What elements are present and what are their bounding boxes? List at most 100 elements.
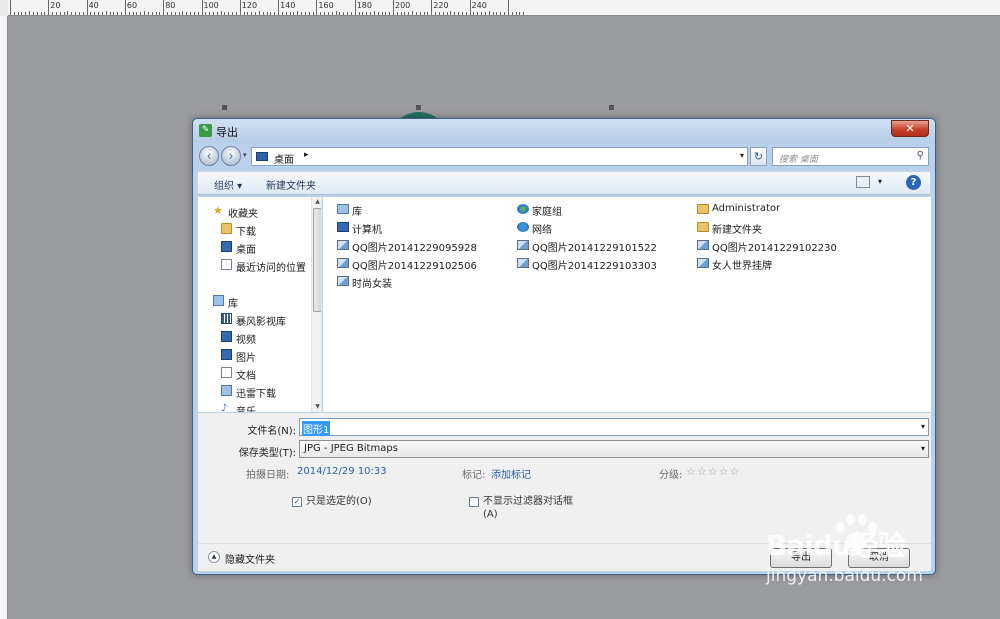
nav-downloads[interactable]: 下载	[198, 221, 308, 238]
ruler-minor-tick	[301, 12, 303, 15]
ruler-tick	[86, 0, 88, 15]
change-view-icon[interactable]	[856, 176, 870, 188]
nav-label: 暴风影视库	[236, 317, 286, 328]
ruler-minor-tick	[308, 12, 310, 15]
forward-arrow-icon[interactable]: ›	[221, 146, 241, 166]
back-arrow-icon[interactable]: ‹	[199, 146, 219, 166]
scroll-down-icon[interactable]: ▼	[313, 403, 321, 410]
filename-input[interactable]: 图形1 ▾	[299, 418, 929, 436]
ruler-minor-tick	[216, 12, 218, 15]
ruler-minor-tick	[132, 12, 134, 15]
address-bar[interactable]: 桌面 ▸ ▾	[251, 147, 748, 166]
ruler-minor-tick	[484, 12, 486, 15]
nav-video-library[interactable]: 暴风影视库	[198, 311, 308, 328]
new-folder-button[interactable]: 新建文件夹	[266, 177, 316, 192]
ruler-minor-tick	[438, 12, 440, 15]
ruler-minor-tick	[400, 12, 402, 15]
date-taken-value[interactable]: 2014/12/29 10:33	[297, 466, 387, 477]
file-label: 时尚女装	[352, 279, 392, 290]
file-type-select[interactable]: JPG - JPEG Bitmaps ▾	[299, 440, 929, 458]
rating-label: 分级:	[659, 470, 683, 481]
file-label: QQ图片20141229102506	[352, 261, 477, 272]
nav-label: 视频	[236, 335, 256, 346]
ruler-minor-tick	[247, 12, 249, 15]
add-tags-link[interactable]: 添加标记	[491, 466, 531, 481]
selection-handle[interactable]	[222, 105, 227, 110]
ruler-minor-tick	[458, 12, 460, 15]
nav-documents[interactable]: 文档	[198, 365, 308, 382]
no-filter-dialog-label[interactable]: 不显示过滤器对话框	[483, 495, 573, 508]
ruler-minor-tick	[285, 12, 287, 15]
search-input[interactable]: 搜索 桌面 ⚲	[772, 147, 929, 166]
ruler-tick	[258, 11, 260, 15]
ruler-minor-tick	[408, 12, 410, 15]
recent-places-icon	[221, 259, 232, 270]
nav-label: 库	[228, 299, 238, 310]
dialog-titlebar[interactable]: ✎ 导出 ✕	[193, 119, 935, 143]
scrollbar-thumb[interactable]	[313, 208, 321, 312]
address-dropdown-icon[interactable]: ▾	[740, 151, 744, 160]
chevron-down-icon[interactable]: ▾	[921, 422, 925, 431]
search-icon[interactable]: ⚲	[917, 150, 924, 161]
selected-only-label[interactable]: 只是选定的(O)	[306, 495, 372, 508]
ruler-minor-tick	[75, 12, 77, 15]
ruler-minor-tick	[381, 12, 383, 15]
tags-label: 标记:	[462, 470, 486, 481]
nav-scrollbar[interactable]: ▲ ▼	[311, 197, 321, 412]
ruler-minor-tick	[339, 12, 341, 15]
ruler-minor-tick	[228, 12, 230, 15]
chevron-down-icon[interactable]: ▾	[921, 444, 925, 453]
file-type-value: JPG - JPEG Bitmaps	[304, 443, 398, 454]
ruler-tick	[488, 11, 490, 15]
music-icon: ♪	[221, 403, 228, 412]
ruler-minor-tick	[442, 12, 444, 15]
ruler-minor-tick	[389, 12, 391, 15]
selected-only-checkbox[interactable]: ✓	[292, 497, 302, 507]
ruler-minor-tick	[40, 12, 42, 15]
view-dropdown-icon[interactable]: ▾	[878, 177, 882, 186]
refresh-icon[interactable]: ↻	[750, 147, 767, 166]
selection-handle[interactable]	[609, 105, 614, 110]
paw-logo-icon	[832, 512, 878, 558]
organize-button[interactable]: 组织 ▾	[214, 177, 242, 192]
recent-locations-dropdown-icon[interactable]: ▾	[243, 151, 247, 159]
no-filter-dialog-label-accel[interactable]: (A)	[483, 508, 498, 521]
nav-videos[interactable]: 视频	[198, 329, 308, 346]
library-icon	[213, 295, 224, 306]
ruler-minor-tick	[327, 12, 329, 15]
ruler-minor-tick	[121, 12, 123, 15]
ruler-minor-tick	[519, 12, 521, 15]
nav-music[interactable]: ♪ 音乐	[198, 401, 308, 412]
collapse-icon[interactable]: ▲	[208, 551, 220, 563]
scroll-up-icon[interactable]: ▲	[313, 198, 321, 205]
ruler-minor-tick	[94, 12, 96, 15]
ruler-minor-tick	[32, 12, 34, 15]
ruler-minor-tick	[55, 12, 57, 15]
desktop-icon	[221, 241, 232, 252]
nav-recent-places[interactable]: 最近访问的位置	[198, 257, 308, 274]
nav-desktop[interactable]: 桌面	[198, 239, 308, 256]
ruler-tick	[29, 11, 31, 15]
nav-libraries[interactable]: 库	[198, 293, 308, 310]
hide-folders-button[interactable]: 隐藏文件夹	[225, 551, 275, 566]
ruler-minor-tick	[289, 12, 291, 15]
rating-stars[interactable]: ☆☆☆☆☆	[686, 465, 740, 478]
ruler-tick	[469, 0, 471, 15]
nav-favorites[interactable]: ★ 收藏夹	[198, 203, 308, 220]
nav-thunder-downloads[interactable]: 迅雷下载	[198, 383, 308, 400]
close-button[interactable]: ✕	[891, 120, 929, 137]
ruler-label: 240	[471, 1, 487, 10]
no-filter-dialog-checkbox[interactable]	[469, 497, 479, 507]
selection-handle[interactable]	[416, 105, 421, 110]
ruler-minor-tick	[461, 12, 463, 15]
search-placeholder: 搜索 桌面	[779, 155, 818, 165]
breadcrumb-desktop[interactable]: 桌面	[274, 151, 294, 166]
file-label: 库	[352, 207, 362, 218]
download-folder-icon	[221, 223, 232, 234]
breadcrumb-arrow-icon[interactable]: ▸	[304, 150, 309, 160]
nav-pictures[interactable]: 图片	[198, 347, 308, 364]
help-icon[interactable]: ?	[906, 175, 921, 190]
user-folder-icon	[697, 204, 709, 214]
file-label: 计算机	[352, 225, 382, 236]
image-file-icon	[697, 258, 709, 268]
